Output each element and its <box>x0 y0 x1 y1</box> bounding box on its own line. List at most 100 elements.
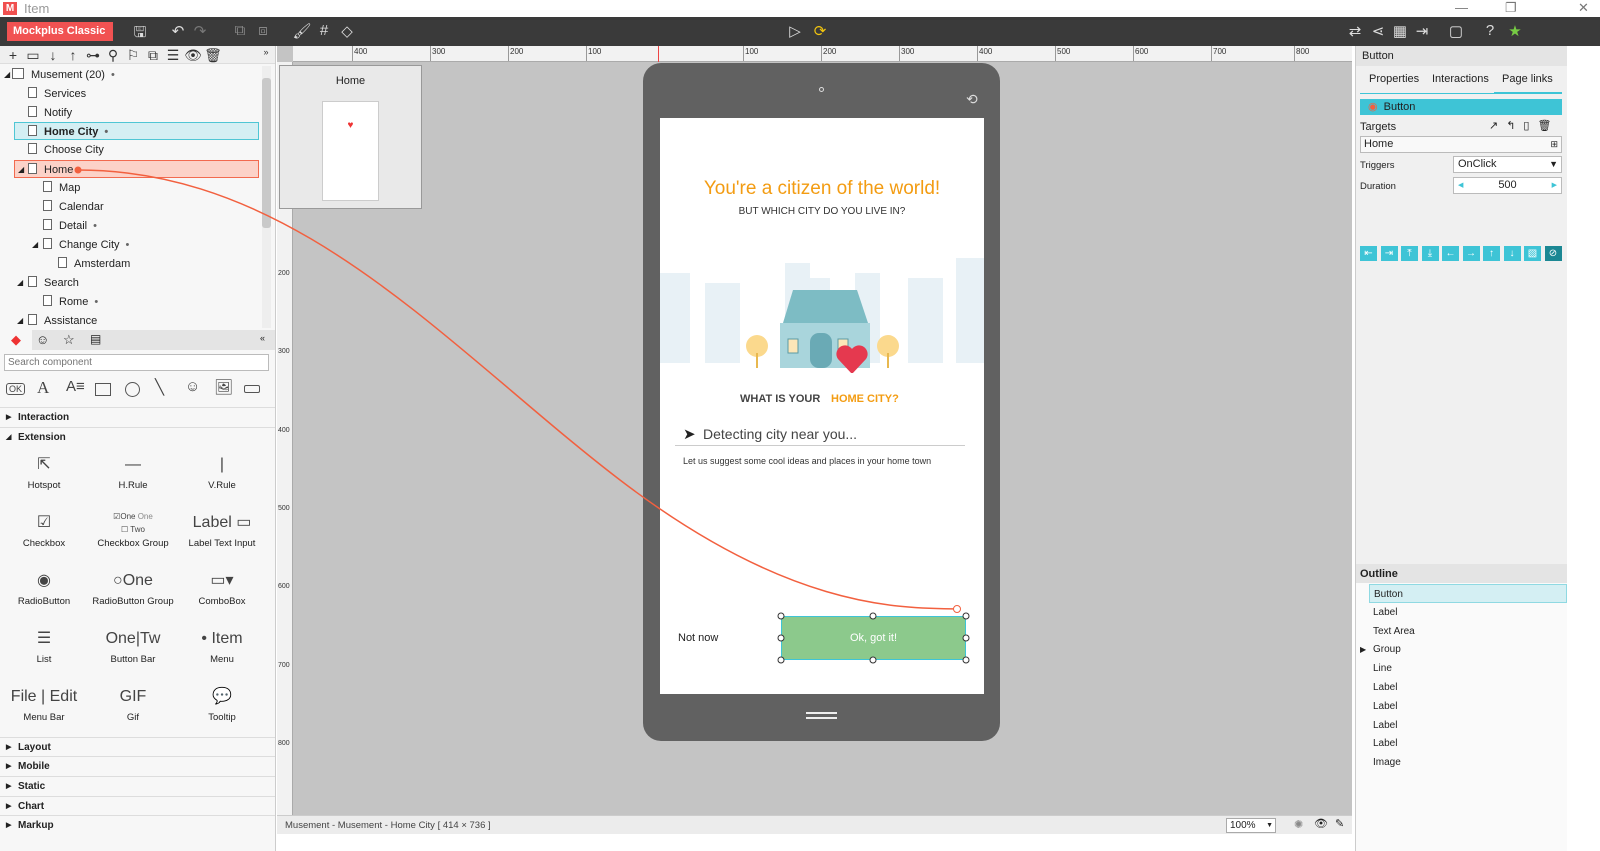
component-list[interactable]: ☰ List <box>0 624 88 665</box>
transition-button[interactable]: ⇥ <box>1380 246 1398 261</box>
delete-icon[interactable]: 🗑 <box>204 47 222 64</box>
transition-button[interactable]: ⇤ <box>1360 246 1377 261</box>
component-gif[interactable]: GIF Gif <box>89 682 177 723</box>
folder-icon[interactable]: ▭ <box>24 47 42 64</box>
transition-button[interactable]: ▧ <box>1524 246 1541 261</box>
button-component-icon[interactable]: OK <box>6 383 26 395</box>
maximize-button[interactable]: ❐ <box>1505 0 1517 16</box>
outline-item[interactable]: Label <box>1369 734 1567 753</box>
list-icon[interactable]: ☰ <box>164 47 182 64</box>
page-tree-scrollbar[interactable] <box>262 66 271 328</box>
tab-interactions[interactable]: Interactions <box>1432 73 1489 85</box>
brightness-icon[interactable]: ✺ <box>1294 818 1303 831</box>
section-layout[interactable]: ▶ Layout <box>0 737 275 756</box>
outline-item[interactable]: Text Area <box>1369 622 1567 641</box>
duplicate-icon[interactable]: ⧉ <box>144 47 162 64</box>
preview-play-icon[interactable]: ▷ <box>785 22 805 40</box>
transition-button[interactable]: → <box>1462 246 1480 261</box>
component-h-rule[interactable]: — H.Rule <box>89 450 177 491</box>
tree-item-notify[interactable]: Notify <box>28 104 273 122</box>
paint-bucket-icon[interactable]: ◇ <box>337 22 357 40</box>
transition-button[interactable]: ⊘ <box>1544 246 1562 261</box>
transition-button[interactable]: ↑ <box>1483 246 1500 261</box>
tree-item-choose-city[interactable]: Choose City <box>28 141 273 159</box>
transition-button[interactable]: ⤓ <box>1421 246 1439 261</box>
section-interaction[interactable]: ▶ Interaction <box>0 407 275 426</box>
visibility-icon[interactable]: 👁 <box>184 47 202 64</box>
tree-item-map[interactable]: Map <box>43 179 288 197</box>
outline-item[interactable]: Label <box>1369 697 1567 716</box>
help-icon[interactable]: ? <box>1480 22 1500 39</box>
outline-item[interactable]: ▶ Group <box>1360 640 1567 659</box>
outline-item[interactable]: Line <box>1369 659 1567 678</box>
sitemap-icon[interactable]: ⊶ <box>84 47 102 64</box>
undo-icon[interactable]: ↶ <box>168 22 188 40</box>
save-icon[interactable]: 🖫 <box>130 22 150 47</box>
tools-icon[interactable]: ✎ <box>1335 817 1344 830</box>
duration-stepper[interactable]: ◀ 500 ▶ <box>1453 177 1562 194</box>
transition-button[interactable]: ⤒ <box>1401 246 1418 261</box>
component-checkbox-group[interactable]: ☑One One ☐ Two Checkbox Group <box>89 508 177 549</box>
section-markup[interactable]: ▶ Markup <box>0 815 275 834</box>
component-checkbox[interactable]: ☑ Checkbox <box>0 508 88 549</box>
tree-item-assistance[interactable]: ◢ Assistance <box>17 312 273 330</box>
tab-components-icon[interactable]: ◆ <box>0 330 32 350</box>
emoji-component-icon[interactable]: ☺ <box>185 378 200 395</box>
not-now-link[interactable]: Not now <box>678 632 718 644</box>
fullscreen-icon[interactable]: ▢ <box>1446 22 1466 40</box>
component-label-text-input[interactable]: Label ▭ Label Text Input <box>178 508 266 549</box>
tab-templates-icon[interactable]: ▤ <box>90 332 101 346</box>
target-actions[interactable]: ↗↰▯🗑 <box>1489 119 1559 132</box>
tab-page-links[interactable]: Page links <box>1494 70 1562 94</box>
flag-icon[interactable]: ⚐ <box>124 47 142 64</box>
outline-item[interactable]: Image <box>1369 753 1567 772</box>
share-icon[interactable]: ⋖ <box>1368 22 1388 40</box>
increment-icon[interactable]: ▶ <box>1552 178 1557 193</box>
qr-code-icon[interactable]: ▦ <box>1390 22 1410 40</box>
tree-item-calendar[interactable]: Calendar <box>43 198 288 216</box>
component-v-rule[interactable]: | V.Rule <box>178 450 266 491</box>
move-down-icon[interactable]: ↓ <box>44 47 62 63</box>
page-thumbnail[interactable]: Home ♥ <box>279 65 422 209</box>
component-tooltip[interactable]: 💬 Tooltip <box>178 682 266 723</box>
add-page-icon[interactable]: + <box>4 47 22 63</box>
tree-item-search[interactable]: ◢ Search <box>17 274 273 292</box>
tree-item-rome[interactable]: Rome • <box>43 293 288 311</box>
tab-properties[interactable]: Properties <box>1369 73 1419 85</box>
paragraph-component-icon[interactable]: A≡ <box>66 378 85 395</box>
image-component-icon[interactable]: 🖼 <box>214 378 233 396</box>
home-menu-icon[interactable] <box>806 712 837 719</box>
move-up-icon[interactable]: ↑ <box>64 47 82 63</box>
outline-item[interactable]: Label <box>1369 716 1567 735</box>
collapse-icon[interactable]: » <box>257 47 275 57</box>
component-hotspot[interactable]: ⇱ Hotspot <box>0 450 88 491</box>
section-mobile[interactable]: ▶ Mobile <box>0 756 275 775</box>
tree-item-services[interactable]: Services <box>28 85 273 103</box>
add-target-icon[interactable]: ⊞ <box>1550 137 1558 152</box>
progress-component-icon[interactable] <box>244 385 260 393</box>
component-button-bar[interactable]: One|Tw Button Bar <box>89 624 177 665</box>
ungroup-icon[interactable]: ⧈ <box>253 22 273 39</box>
expand-arrow-icon[interactable]: ▶ <box>1360 640 1366 659</box>
minimize-button[interactable]: — <box>1455 0 1468 15</box>
outline-item[interactable]: Button <box>1369 584 1567 603</box>
tree-item-detail[interactable]: Detail • <box>43 217 288 235</box>
line-component-icon[interactable]: ╲ <box>155 378 164 396</box>
brand-menu-button[interactable]: Mockplus Classic ▾ <box>7 22 113 56</box>
ok-got-it-button[interactable]: Ok, got it! <box>781 616 966 660</box>
component-radiobutton[interactable]: ◉ RadioButton <box>0 566 88 607</box>
circle-component-icon[interactable] <box>125 382 140 397</box>
tab-favorites-icon[interactable]: ☆ <box>63 332 75 348</box>
section-static[interactable]: ▶ Static <box>0 776 275 795</box>
export-icon[interactable]: ⇥ <box>1412 22 1432 40</box>
tab-icons-icon[interactable]: ☺ <box>36 332 49 347</box>
trigger-dropdown[interactable]: OnClick ▼ <box>1453 156 1562 173</box>
zoom-select[interactable]: 100% ▼ <box>1226 818 1276 833</box>
preview-eye-icon[interactable]: 👁 <box>1314 817 1328 830</box>
rotate-icon[interactable]: ⟲ <box>966 91 978 108</box>
premium-icon[interactable]: ★ <box>1505 22 1525 40</box>
tree-item-home[interactable]: ◢ Home <box>14 160 259 178</box>
text-component-icon[interactable]: A <box>37 378 49 398</box>
page-link-item[interactable]: ◉ Button <box>1360 99 1562 115</box>
decrement-icon[interactable]: ◀ <box>1458 178 1463 193</box>
